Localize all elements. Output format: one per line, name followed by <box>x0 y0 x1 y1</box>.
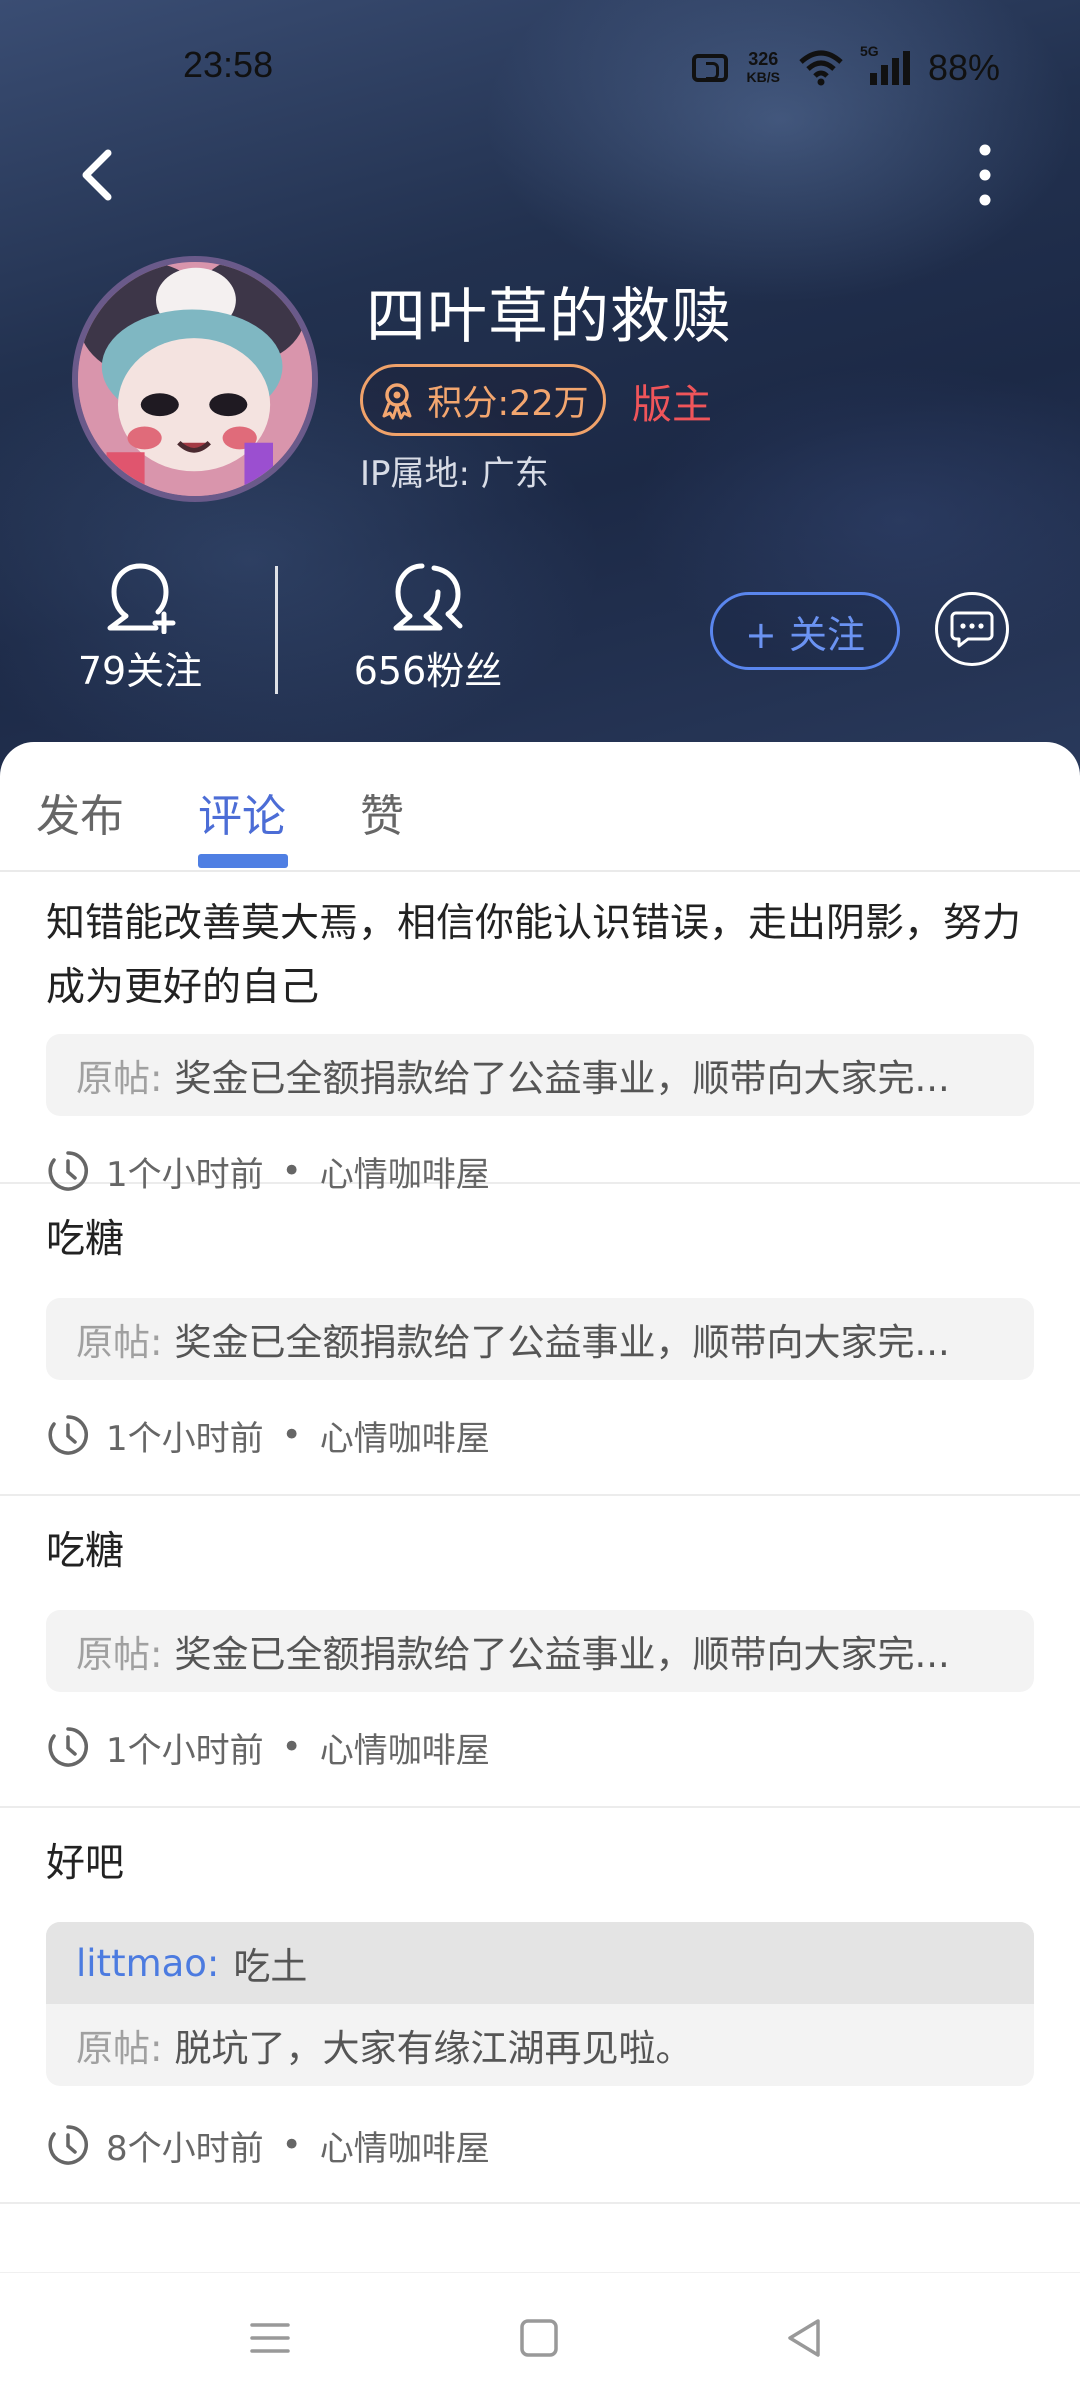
nav-home-button[interactable] <box>514 2313 564 2363</box>
nav-menu-button[interactable] <box>245 2313 295 2363</box>
original-post-box[interactable]: 原帖: 奖金已全额捐款给了公益事业，顺带向大家完... <box>46 1034 1034 1116</box>
reply-text: 吃土 <box>233 1945 308 1988</box>
comment-time: 8个小时前 <box>106 2128 264 2169</box>
reply-row: littmao: 吃土 <box>46 1922 1034 2004</box>
nfc-icon <box>692 54 729 82</box>
original-post-row: 原帖: 脱坑了，大家有缘江湖再见啦。 <box>46 2004 1034 2086</box>
followers-count: 656粉丝 <box>353 649 503 693</box>
following-count: 79关注 <box>77 649 203 693</box>
comment-time: 1个小时前 <box>106 1418 264 1459</box>
original-post-text: 奖金已全额捐款给了公益事业，顺带向大家完... <box>174 1633 950 1676</box>
network-speed-value: 326 <box>748 49 779 69</box>
more-options-button[interactable] <box>960 140 1010 210</box>
followers-stat[interactable]: 656粉丝 <box>318 560 538 700</box>
comment-item[interactable]: 好吧 littmao: 吃土 原帖: 脱坑了，大家有缘江湖再见啦。 8个小时前 … <box>0 1808 1080 2204</box>
chat-bubble-icon <box>950 611 994 648</box>
comment-forum[interactable]: 心情咖啡屋 <box>320 1411 490 1460</box>
comment-meta: 1个小时前 • 心情咖啡屋 <box>46 1410 490 1460</box>
chevron-left-icon <box>82 149 112 201</box>
back-button[interactable] <box>70 145 130 205</box>
original-post-label: 原帖: <box>76 2027 163 2070</box>
network-speed: 326 KB/S <box>746 50 779 86</box>
original-post-row: 原帖: 奖金已全额捐款给了公益事业，顺带向大家完... <box>46 1298 1034 1380</box>
more-vertical-icon <box>979 144 991 206</box>
comment-item[interactable]: 吃糖 原帖: 奖金已全额捐款给了公益事业，顺带向大家完... 1个小时前 • 心… <box>0 1496 1080 1808</box>
clock-icon <box>48 1415 88 1455</box>
stat-divider <box>275 566 278 694</box>
original-post-text: 奖金已全额捐款给了公益事业，顺带向大家完... <box>174 1321 950 1364</box>
original-post-label: 原帖: <box>76 1321 163 1364</box>
points-text: 积分:22万 <box>427 383 589 424</box>
following-stat[interactable]: 79关注 <box>30 560 250 700</box>
avatar-image <box>78 262 312 496</box>
comment-forum[interactable]: 心情咖啡屋 <box>320 2121 490 2170</box>
comment-item[interactable]: 吃糖 原帖: 奖金已全额捐款给了公益事业，顺带向大家完... 1个小时前 • 心… <box>0 1184 1080 1496</box>
original-post-text: 奖金已全额捐款给了公益事业，顺带向大家完... <box>174 1057 950 1100</box>
role-label: 版主 <box>632 382 712 428</box>
comment-item[interactable]: 知错能改善莫大焉，相信你能认识错误，走出阴影，努力成为更好的自己 原帖: 奖金已… <box>0 872 1080 1195</box>
battery-level: 88% <box>927 47 1000 88</box>
status-icons: 326 KB/S 5G 88% <box>692 43 1000 92</box>
original-post-box[interactable]: littmao: 吃土 原帖: 脱坑了，大家有缘江湖再见啦。 <box>46 1922 1034 2086</box>
triangle-back-icon <box>788 2319 820 2357</box>
meta-separator: • <box>281 1415 302 1455</box>
original-post-box[interactable]: 原帖: 奖金已全额捐款给了公益事业，顺带向大家完... <box>46 1298 1034 1380</box>
original-post-text: 脱坑了，大家有缘江湖再见啦。 <box>174 2027 693 2070</box>
system-navigation-bar <box>0 2272 1080 2400</box>
status-time: 23:58 <box>183 44 274 85</box>
comment-text: 知错能改善莫大焉，相信你能认识错误，走出阴影，努力成为更好的自己 <box>46 901 1022 1010</box>
original-post-label: 原帖: <box>76 1633 163 1676</box>
user-plus-icon <box>107 563 176 635</box>
comment-meta: 1个小时前 • 心情咖啡屋 <box>46 1722 490 1772</box>
comment-forum[interactable]: 心情咖啡屋 <box>320 1723 490 1772</box>
comment-time: 1个小时前 <box>106 1730 264 1771</box>
active-tab-indicator <box>198 854 288 868</box>
original-post-row: 原帖: 奖金已全额捐款给了公益事业，顺带向大家完... <box>46 1034 1034 1116</box>
meta-separator: • <box>281 1727 302 1767</box>
follow-button[interactable]: + 关注 <box>710 592 900 670</box>
comment-meta: 8个小时前 • 心情咖啡屋 <box>46 2120 490 2170</box>
comment-text: 吃糖 <box>46 1529 125 1574</box>
tab-posts[interactable]: 发布 <box>36 780 124 844</box>
reply-username[interactable]: littmao: <box>76 1942 219 1985</box>
content-card: 发布 评论 赞 知错能改善莫大焉，相信你能认识错误，走出阴影，努力成为更好的自己… <box>0 742 1080 2272</box>
wifi-icon <box>798 50 844 86</box>
comment-text: 好吧 <box>46 1841 125 1886</box>
medal-icon <box>382 383 412 420</box>
tab-likes[interactable]: 赞 <box>360 780 404 844</box>
nav-back-button[interactable] <box>780 2313 830 2363</box>
status-bar: 23:58 326 KB/S 5G 88% <box>0 0 1080 140</box>
message-button[interactable] <box>935 592 1009 666</box>
meta-separator: • <box>281 2125 302 2165</box>
square-home-icon <box>520 2319 558 2357</box>
tab-bar: 发布 评论 赞 <box>0 742 1080 872</box>
username: 四叶草的救赎 <box>366 282 732 352</box>
original-post-box[interactable]: 原帖: 奖金已全额捐款给了公益事业，顺带向大家完... <box>46 1610 1034 1692</box>
network-type: 5G <box>859 43 879 59</box>
avatar[interactable] <box>72 256 318 502</box>
original-post-label: 原帖: <box>76 1057 163 1100</box>
comment-text: 吃糖 <box>46 1217 125 1262</box>
cellular-signal-icon: 5G <box>860 43 910 85</box>
network-speed-unit: KB/S <box>746 69 780 85</box>
users-icon <box>393 563 463 631</box>
original-post-row: 原帖: 奖金已全额捐款给了公益事业，顺带向大家完... <box>46 1610 1034 1692</box>
menu-icon <box>250 2323 290 2353</box>
clock-icon <box>48 1727 88 1767</box>
points-badge[interactable]: 积分:22万 <box>360 364 606 436</box>
ip-location: IP属地: 广东 <box>360 454 549 494</box>
clock-icon <box>48 2125 88 2165</box>
tab-comments[interactable]: 评论 <box>198 780 286 844</box>
